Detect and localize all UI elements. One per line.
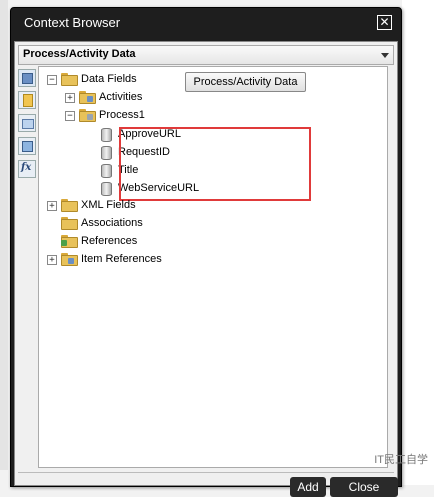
page-icon[interactable] — [18, 91, 36, 109]
data-source-dropdown[interactable]: Process/Activity Data — [18, 45, 394, 65]
insert-button[interactable]: Process/Activity Data — [185, 72, 306, 92]
add-button[interactable]: Add — [290, 477, 326, 497]
background-panel — [0, 0, 8, 470]
associations-folder-icon — [61, 217, 78, 230]
data-fields-expander[interactable]: − — [47, 75, 57, 85]
dialog-title: Context Browser — [24, 15, 121, 30]
folder-icon — [61, 73, 78, 86]
context-browser-dialog: Context Browser ✕ Process/Activity Data … — [10, 7, 402, 497]
dropdown-value: Process/Activity Data — [23, 48, 136, 60]
field-icon — [101, 182, 112, 196]
process1-folder-icon — [79, 109, 96, 122]
close-button[interactable]: Close — [330, 477, 398, 497]
tree-item-xml-fields[interactable]: XML Fields — [81, 199, 136, 211]
xml-fields-expander[interactable]: + — [47, 201, 57, 211]
tree-item-activities[interactable]: Activities — [99, 91, 142, 103]
tree-item-data-fields[interactable]: Data Fields — [81, 73, 137, 85]
background-panel-right — [402, 0, 434, 485]
tree-item-process1[interactable]: Process1 — [99, 109, 145, 121]
side-toolbar: fx — [18, 69, 36, 181]
tree-item-item-references[interactable]: Item References — [81, 253, 162, 265]
context-tree: − Data Fields + Activities − Process1 Ap… — [38, 66, 388, 468]
xml-folder-icon — [61, 199, 78, 212]
data-icon[interactable] — [18, 114, 36, 132]
tree-item-references[interactable]: References — [81, 235, 137, 247]
function-icon[interactable]: fx — [18, 160, 36, 178]
title-bar[interactable]: Context Browser ✕ — [11, 8, 401, 36]
process1-expander[interactable]: − — [65, 111, 75, 121]
function-icon-text: fx — [21, 162, 32, 173]
dialog-content: Process/Activity Data fx − Data Fields +… — [14, 41, 398, 497]
field-icon — [101, 146, 112, 160]
grid-icon[interactable] — [18, 137, 36, 155]
activities-folder-icon — [79, 91, 96, 104]
highlight-box — [119, 127, 311, 201]
item-references-expander[interactable]: + — [47, 255, 57, 265]
watermark-text: IT民工自学 — [374, 454, 428, 466]
chevron-down-icon[interactable] — [381, 53, 389, 58]
form-icon[interactable] — [18, 69, 36, 87]
dialog-footer: Add Close — [18, 472, 398, 497]
tree-item-associations[interactable]: Associations — [81, 217, 143, 229]
close-icon[interactable]: ✕ — [377, 15, 392, 30]
item-references-folder-icon — [61, 253, 78, 266]
activities-expander[interactable]: + — [65, 93, 75, 103]
field-icon — [101, 164, 112, 178]
references-folder-icon — [61, 235, 78, 248]
field-icon — [101, 128, 112, 142]
